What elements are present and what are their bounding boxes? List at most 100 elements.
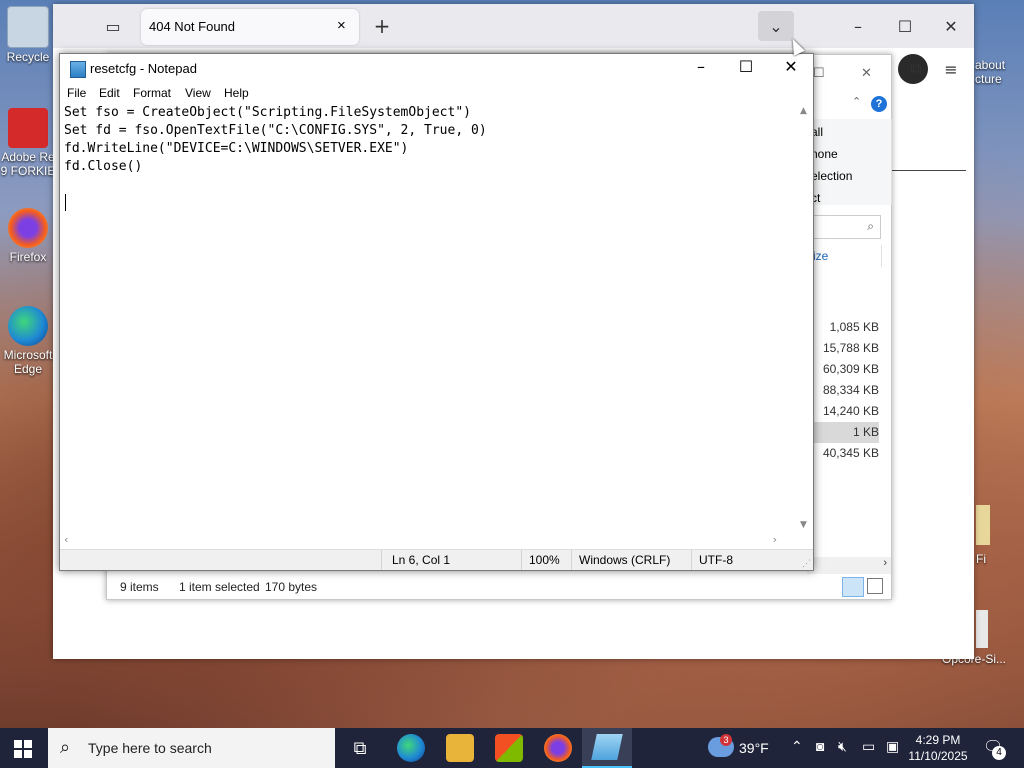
minimize-icon[interactable]: – (686, 57, 716, 81)
code-line: fd.WriteLine("DEVICE=C:\WINDOWS\SETVER.E… (64, 141, 409, 156)
desktop-icon-firefox[interactable]: Firefox (0, 208, 56, 264)
firefox-icon[interactable] (544, 734, 572, 762)
chevron-up-icon[interactable]: ⌃ (791, 738, 803, 755)
desktop-icon-label: Recycle (6, 50, 50, 64)
extensions-icon[interactable]: ⧉ (898, 54, 934, 84)
menu-file[interactable]: File (67, 86, 86, 100)
search-icon: ⌕ (867, 219, 874, 233)
time-display: 4:29 PM (915, 733, 961, 747)
notepad-window: resetcfg - Notepad – ☐ ✕ File Edit Forma… (59, 53, 814, 571)
column-divider (881, 245, 882, 267)
taskbar: ⌕ Type here to search ⧉ 3 39°F ⌃ ◙ 🔇︎ ▭ … (0, 728, 1024, 768)
close-tab-icon[interactable]: × (337, 17, 346, 34)
close-icon[interactable]: ✕ (861, 65, 881, 85)
file-size-cell-selected[interactable]: 1 KB (813, 422, 879, 443)
scroll-up-icon[interactable]: ▲ (800, 106, 807, 116)
size-column-header[interactable]: ize (813, 249, 828, 263)
scroll-right-icon[interactable]: › (883, 557, 887, 569)
browser-tab[interactable]: 404 Not Found × (141, 9, 359, 45)
maximize-icon[interactable]: ☐ (731, 57, 761, 81)
large-icons-view-icon[interactable] (867, 578, 883, 594)
adobe-reader-icon (8, 108, 48, 148)
folder-icon (976, 505, 990, 545)
minimize-icon[interactable]: – (840, 11, 876, 41)
chevron-up-icon[interactable]: ⌃ (852, 95, 861, 108)
menu-help[interactable]: Help (224, 86, 249, 100)
notepad-icon (591, 734, 623, 760)
taskbar-search-box[interactable]: ⌕ Type here to search (48, 728, 335, 768)
recycle-bin-icon (7, 6, 49, 48)
code-line: Set fso = CreateObject("Scripting.FileSy… (64, 105, 471, 120)
notepad-status-bar: Ln 6, Col 1 100% Windows (CRLF) UTF-8 ⋰ (60, 549, 813, 570)
meet-now-icon[interactable]: ◙ (816, 738, 824, 754)
network-icon[interactable]: ▭ (862, 738, 875, 755)
help-icon[interactable]: ? (871, 96, 887, 112)
close-icon[interactable]: ✕ (776, 57, 806, 81)
desktop-icon-label-right: Fi (976, 552, 986, 566)
microsoft-store-icon[interactable] (495, 734, 523, 762)
code-line: Set fd = fso.OpenTextFile("C:\CONFIG.SYS… (64, 123, 487, 138)
text-cursor (65, 194, 66, 211)
menu-edit[interactable]: Edit (99, 86, 120, 100)
divider (691, 550, 692, 570)
details-view-icon[interactable] (842, 577, 864, 597)
selected-size: 170 bytes (265, 580, 318, 594)
volume-muted-icon[interactable]: 🔇︎ (838, 738, 847, 755)
window-title: resetcfg - Notepad (90, 61, 197, 76)
tab-collections-icon[interactable]: ▭ (95, 11, 131, 41)
desktop-icon-label: Firefox (9, 250, 47, 264)
desktop-icon-recycle-bin[interactable]: Recycle (0, 6, 56, 64)
close-window-icon[interactable]: ✕ (933, 11, 969, 41)
code-line: fd.Close() (64, 159, 143, 174)
firefox-icon (8, 208, 48, 248)
resize-grip-icon[interactable]: ⋰ (802, 558, 811, 569)
divider (571, 550, 572, 570)
zoom-level: 100% (529, 553, 560, 567)
search-placeholder: Type here to search (88, 740, 212, 756)
notepad-title-bar[interactable]: resetcfg - Notepad – ☐ ✕ (60, 54, 813, 84)
notepad-taskbar-button[interactable] (582, 728, 632, 768)
tab-list-chevron-icon[interactable]: ⌄ (758, 11, 794, 41)
notification-count-badge: 4 (992, 746, 1006, 760)
vertical-scrollbar[interactable]: ▲ ▼ (797, 104, 812, 532)
menu-format[interactable]: Format (133, 86, 171, 100)
search-box[interactable]: ⌕ (807, 215, 881, 239)
text-editor[interactable]: Set fso = CreateObject("Scripting.FileSy… (60, 104, 796, 532)
maximize-icon[interactable]: ☐ (887, 11, 923, 41)
invert-selection-button[interactable]: election (811, 169, 852, 183)
scroll-down-icon[interactable]: ▼ (800, 520, 807, 530)
scroll-right-icon[interactable]: › (773, 533, 777, 546)
file-size-cell: 40,345 KB (822, 446, 879, 460)
desktop-icon-edge[interactable]: Microsoft Edge (0, 306, 56, 376)
maximize-icon[interactable]: ☐ (813, 65, 833, 85)
cursor-position: Ln 6, Col 1 (392, 553, 451, 567)
desktop-icon-label: Microsoft Edge (3, 348, 53, 376)
scroll-left-icon[interactable]: ‹ (64, 533, 68, 546)
notepad-icon (70, 61, 86, 78)
file-explorer-icon[interactable] (446, 734, 474, 762)
selected-count: 1 item selected (179, 580, 260, 594)
task-view-icon[interactable]: ⧉ (346, 734, 374, 762)
windows-start-icon[interactable] (14, 740, 32, 758)
edge-icon[interactable] (397, 734, 425, 762)
file-size-cell: 1,085 KB (829, 320, 879, 334)
desktop-icon-label: Adobe Re 9 FORKIE (0, 150, 56, 178)
weather-temperature[interactable]: 39°F (739, 740, 769, 756)
date-display: 11/10/2025 (908, 749, 968, 763)
browser-tab-bar: ▭ 404 Not Found × + ⌄ – ☐ ✕ (53, 4, 974, 48)
horizontal-scrollbar[interactable]: › (807, 557, 891, 574)
file-size-cell: 60,309 KB (822, 362, 879, 376)
display-icon[interactable]: ▣ (886, 738, 899, 755)
menu-icon[interactable]: ≡ (933, 54, 969, 84)
horizontal-scrollbar[interactable]: ‹ › (60, 532, 797, 549)
clock[interactable]: 4:29 PM 11/10/2025 (908, 732, 968, 764)
weather-badge: 3 (720, 734, 732, 746)
item-count: 9 items (120, 580, 159, 594)
menu-view[interactable]: View (185, 86, 211, 100)
select-none-button[interactable]: none (811, 147, 838, 161)
file-size-cell: 15,788 KB (822, 341, 879, 355)
new-tab-button[interactable]: + (364, 11, 400, 41)
file-icon (976, 610, 988, 648)
notepad-menu-bar: File Edit Format View Help (60, 84, 813, 104)
desktop-icon-adobe-reader[interactable]: Adobe Re 9 FORKIE (0, 108, 56, 178)
